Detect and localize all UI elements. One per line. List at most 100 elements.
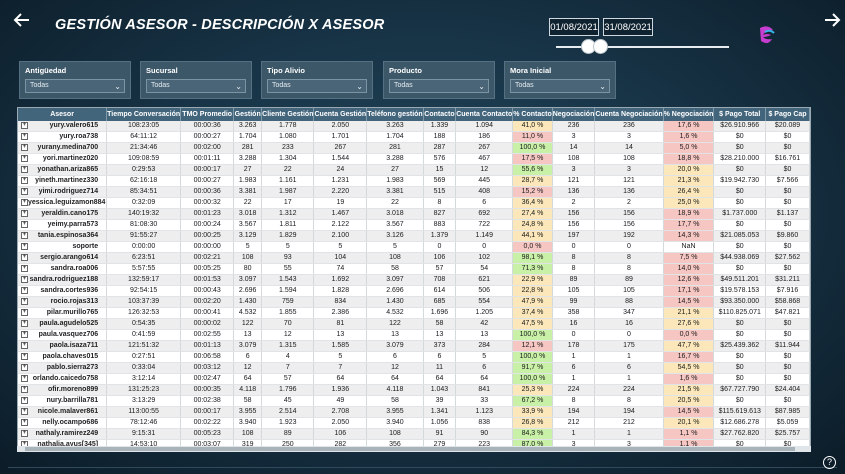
- expand-plus-icon[interactable]: +: [21, 155, 28, 162]
- table-row[interactable]: + paula.agudelo525 0:54:35 00:00:02 122 70 81 1…: [18, 318, 810, 330]
- asesor-name-cell[interactable]: + pablo.sierra273: [18, 362, 108, 374]
- table-row[interactable]: + sandra.rodriguez188 132:59:17 00:01:53 3.0…: [18, 274, 810, 286]
- expand-plus-icon[interactable]: +: [21, 133, 28, 140]
- asesor-name-cell[interactable]: + rocio.rojas313: [18, 296, 108, 308]
- mora-inicial-dropdown[interactable]: Todas ⌄: [510, 79, 610, 93]
- asesor-name-cell[interactable]: + nelly.ocampo686: [18, 417, 108, 429]
- expand-plus-icon[interactable]: +: [21, 210, 28, 217]
- expand-plus-icon[interactable]: +: [21, 276, 28, 283]
- table-row[interactable]: + yeraldin.cano175 140:19:32 00:01:23 3.018 1…: [18, 208, 810, 220]
- asesor-name-cell[interactable]: + yury.valero615: [18, 121, 108, 132]
- expand-plus-icon[interactable]: +: [21, 375, 28, 382]
- column-header[interactable]: Gestión: [233, 108, 263, 121]
- asesor-name-cell[interactable]: + paola.chaves015: [18, 351, 108, 363]
- expand-plus-icon[interactable]: +: [21, 254, 28, 261]
- table-row[interactable]: + yimi.rodriguez714 85:34:51 00:00:36 3.381 1…: [18, 186, 810, 198]
- expand-plus-icon[interactable]: +: [21, 166, 28, 173]
- asesor-name-cell[interactable]: + yori.martinez020: [18, 153, 108, 165]
- expand-plus-icon[interactable]: +: [21, 408, 28, 415]
- expand-plus-icon[interactable]: +: [21, 243, 28, 250]
- table-row[interactable]: + sandra.roa006 5:57:55 00:05:25 80 55 74 58 57 5…: [18, 263, 810, 275]
- table-row[interactable]: + yurany.medina700 21:34:46 00:02:00 281 233 2…: [18, 142, 810, 154]
- asesor-name-cell[interactable]: + soporte: [18, 241, 108, 253]
- table-row[interactable]: + nury.barrilla781 3:13:29 00:02:38 58 45 49 58…: [18, 395, 810, 407]
- column-header[interactable]: Cuenta Negociación: [594, 108, 664, 121]
- expand-plus-icon[interactable]: +: [21, 320, 28, 327]
- asesor-name-cell[interactable]: + sandra.rodriguez188: [18, 274, 108, 286]
- asesor-name-cell[interactable]: + yurany.medina700: [18, 142, 108, 154]
- date-slider-end-handle[interactable]: [593, 39, 608, 54]
- asesor-name-cell[interactable]: + paula.vasquez706: [18, 329, 108, 341]
- asesor-name-cell[interactable]: + tania.espinosa364: [18, 230, 108, 242]
- table-row[interactable]: + yonathan.ariza865 0:29:53 00:00:17 27 22 24 2…: [18, 164, 810, 176]
- expand-plus-icon[interactable]: +: [21, 430, 28, 437]
- back-arrow-icon[interactable]: [12, 10, 32, 30]
- column-header[interactable]: Contacto: [423, 108, 457, 121]
- table-row[interactable]: + pilar.murillo765 126:32:53 00:00:41 4.532 1…: [18, 307, 810, 319]
- asesor-name-cell[interactable]: + nury.barrilla781: [18, 395, 108, 407]
- table-row[interactable]: + nelly.ocampo686 78:12:46 00:02:22 3.940 1.9…: [18, 417, 810, 429]
- asesor-name-cell[interactable]: + sergio.arango614: [18, 252, 108, 264]
- asesor-name-cell[interactable]: + orlando.caicedo758: [18, 373, 108, 385]
- table-row[interactable]: + pablo.sierra273 0:33:04 00:03:12 12 7 7 12 11 6…: [18, 362, 810, 374]
- table-row[interactable]: + nicole.malaver861 113:00:55 00:00:17 3.955…: [18, 406, 810, 418]
- table-row[interactable]: + paola.chaves015 0:27:51 00:06:58 6 4 5 6 6 5 100…: [18, 351, 810, 363]
- expand-plus-icon[interactable]: +: [21, 397, 28, 404]
- column-header[interactable]: % Negociación: [663, 108, 715, 121]
- table-row[interactable]: + yeimy.parra573 81:08:30 00:00:24 3.567 1.81…: [18, 219, 810, 231]
- column-header[interactable]: TMO Promedio: [180, 108, 235, 121]
- column-header[interactable]: Cuenta Contacto: [455, 108, 514, 121]
- asesor-name-cell[interactable]: + nathaly.ramirez249: [18, 428, 108, 440]
- asesor-name-cell[interactable]: + yineth.martinez330: [18, 175, 108, 187]
- column-header[interactable]: $ Pago Cap: [765, 108, 810, 121]
- antiguedad-dropdown[interactable]: Todas ⌄: [25, 79, 125, 93]
- help-icon[interactable]: ?: [823, 456, 836, 469]
- expand-plus-icon[interactable]: +: [21, 221, 28, 228]
- column-header[interactable]: Negociación: [552, 108, 596, 121]
- column-header[interactable]: Cuenta Gestión: [313, 108, 368, 121]
- asesor-name-cell[interactable]: + paula.agudelo525: [18, 318, 108, 330]
- expand-plus-icon[interactable]: +: [21, 309, 28, 316]
- scrollbar-thumb[interactable]: [25, 447, 795, 451]
- asesor-name-cell[interactable]: + yeimy.parra573: [18, 219, 108, 231]
- table-row[interactable]: + sandra.cortes936 92:54:15 00:00:43 2.696 1.…: [18, 285, 810, 297]
- table-row[interactable]: + yessica.leguizamon884 0:32:09 00:00:32 22 1…: [18, 197, 810, 209]
- expand-plus-icon[interactable]: +: [21, 287, 28, 294]
- column-header[interactable]: Cliente Gestión: [261, 108, 315, 121]
- table-row[interactable]: + paula.vasquez706 0:41:59 00:02:55 13 12 13 13…: [18, 329, 810, 341]
- tipo-alivio-dropdown[interactable]: Todas ⌄: [267, 79, 367, 93]
- table-row[interactable]: + nathaly.ramirez249 9:15:31 00:05:23 108 89 1…: [18, 428, 810, 440]
- forward-arrow-icon[interactable]: [822, 10, 842, 30]
- column-header[interactable]: % Contacto: [512, 108, 553, 121]
- expand-plus-icon[interactable]: +: [21, 298, 28, 305]
- expand-plus-icon[interactable]: +: [21, 386, 28, 393]
- table-row[interactable]: + soporte 0:00:00 00:00:00 5 5 5 5 0 0 0,0 % 0 0 NaN $…: [18, 241, 810, 253]
- table-row[interactable]: + rocio.rojas313 103:37:39 00:02:20 1.430 759…: [18, 296, 810, 308]
- asesor-name-cell[interactable]: + yonathan.ariza865: [18, 164, 108, 176]
- asesor-name-cell[interactable]: + sandra.roa006: [18, 263, 108, 275]
- asesor-name-cell[interactable]: + nicole.malaver861: [18, 406, 108, 418]
- producto-dropdown[interactable]: Todas ⌄: [389, 79, 489, 93]
- asesor-name-cell[interactable]: + sandra.cortes936: [18, 285, 108, 297]
- asesor-name-cell[interactable]: + yimi.rodriguez714: [18, 186, 108, 198]
- expand-plus-icon[interactable]: +: [21, 188, 28, 195]
- expand-plus-icon[interactable]: +: [21, 353, 28, 360]
- horizontal-scrollbar[interactable]: [17, 446, 811, 452]
- asesor-name-cell[interactable]: + yeraldin.cano175: [18, 208, 108, 220]
- table-row[interactable]: + yury.roa738 64:11:12 00:00:27 1.704 1.080 1.…: [18, 131, 810, 143]
- expand-plus-icon[interactable]: +: [21, 265, 28, 272]
- asesor-name-cell[interactable]: + ofir.moreno899: [18, 384, 108, 396]
- expand-plus-icon[interactable]: +: [21, 419, 28, 426]
- table-row[interactable]: + yineth.martinez330 62:16:18 00:00:27 1.983…: [18, 175, 810, 187]
- column-header[interactable]: Tiempo Conversación: [106, 108, 182, 121]
- asesor-name-cell[interactable]: + pilar.murillo765: [18, 307, 108, 319]
- table-row[interactable]: + orlando.caicedo758 3:12:14 00:02:47 64 57 64…: [18, 373, 810, 385]
- date-to-field[interactable]: 31/08/2021: [603, 18, 653, 36]
- expand-plus-icon[interactable]: +: [21, 364, 28, 371]
- sucursal-dropdown[interactable]: Todas ⌄: [146, 79, 246, 93]
- expand-plus-icon[interactable]: +: [21, 122, 28, 129]
- column-header[interactable]: Asesor: [18, 108, 108, 121]
- expand-plus-icon[interactable]: +: [21, 232, 28, 239]
- asesor-name-cell[interactable]: + yury.roa738: [18, 131, 108, 143]
- asesor-name-cell[interactable]: + yessica.leguizamon884: [18, 197, 108, 209]
